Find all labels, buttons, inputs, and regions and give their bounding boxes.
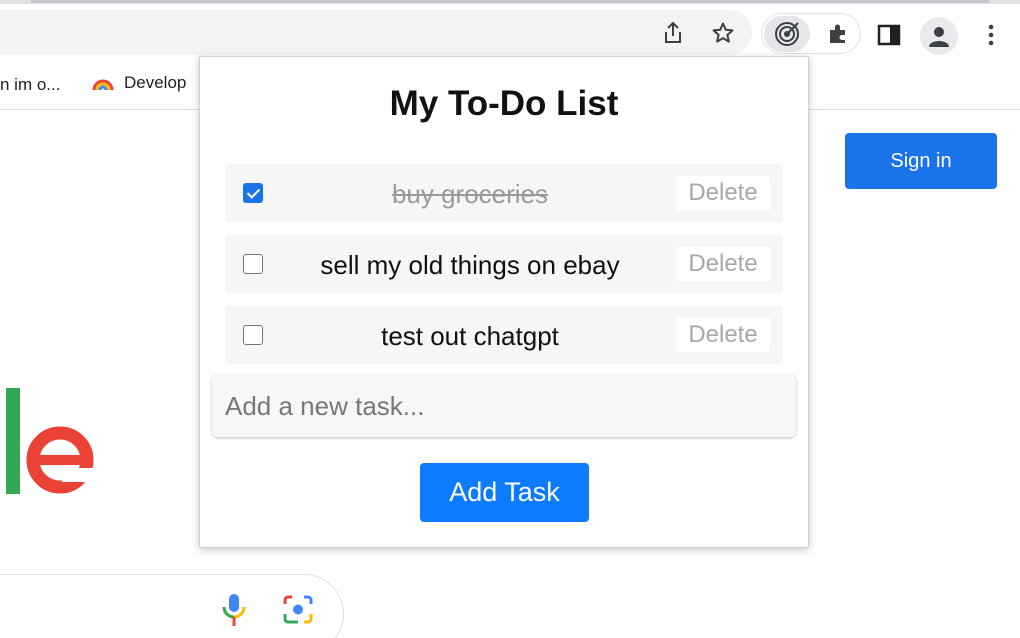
- browser-toolbar: [0, 4, 1020, 62]
- task-text: buy groceries: [391, 179, 549, 209]
- task-text: test out chatgpt: [381, 321, 559, 351]
- task-checkbox[interactable]: [243, 325, 263, 345]
- popup-title: My To-Do List: [389, 84, 619, 123]
- camera-lens-icon[interactable]: [280, 594, 316, 626]
- star-icon[interactable]: [709, 19, 737, 47]
- task-item: test out chatgpt Delete: [225, 306, 783, 364]
- new-task-input[interactable]: [212, 375, 796, 437]
- delete-button[interactable]: Delete: [676, 318, 770, 352]
- task-item: buy groceries Delete: [225, 164, 783, 222]
- browser-window: n im o... Develop Sign in My To-Do List …: [0, 0, 1020, 638]
- todo-popup: My To-Do List buy groceries Delete sell …: [199, 56, 809, 548]
- add-task-button[interactable]: Add Task: [420, 463, 589, 522]
- bookmark-item[interactable]: Develop: [92, 73, 186, 93]
- address-bar[interactable]: [0, 10, 752, 55]
- profile-icon[interactable]: [920, 17, 958, 55]
- delete-button[interactable]: Delete: [676, 247, 770, 281]
- delete-button[interactable]: Delete: [676, 176, 770, 210]
- puzzle-icon[interactable]: [822, 18, 854, 50]
- rainbow-icon: [92, 79, 114, 91]
- task-item: sell my old things on ebay Delete: [225, 235, 783, 293]
- bookmark-label: Develop: [124, 73, 187, 92]
- google-logo-fragment: [6, 388, 98, 494]
- task-checkbox[interactable]: [243, 254, 263, 274]
- bookmark-item[interactable]: n im o...: [0, 75, 60, 95]
- sign-in-button[interactable]: Sign in: [845, 133, 997, 189]
- side-panel-icon[interactable]: [873, 19, 905, 51]
- microphone-icon[interactable]: [220, 592, 248, 628]
- share-icon[interactable]: [660, 20, 686, 46]
- task-text: sell my old things on ebay: [320, 250, 620, 280]
- menu-icon[interactable]: [976, 19, 1006, 51]
- task-checkbox[interactable]: [243, 183, 263, 203]
- target-icon[interactable]: [764, 16, 810, 52]
